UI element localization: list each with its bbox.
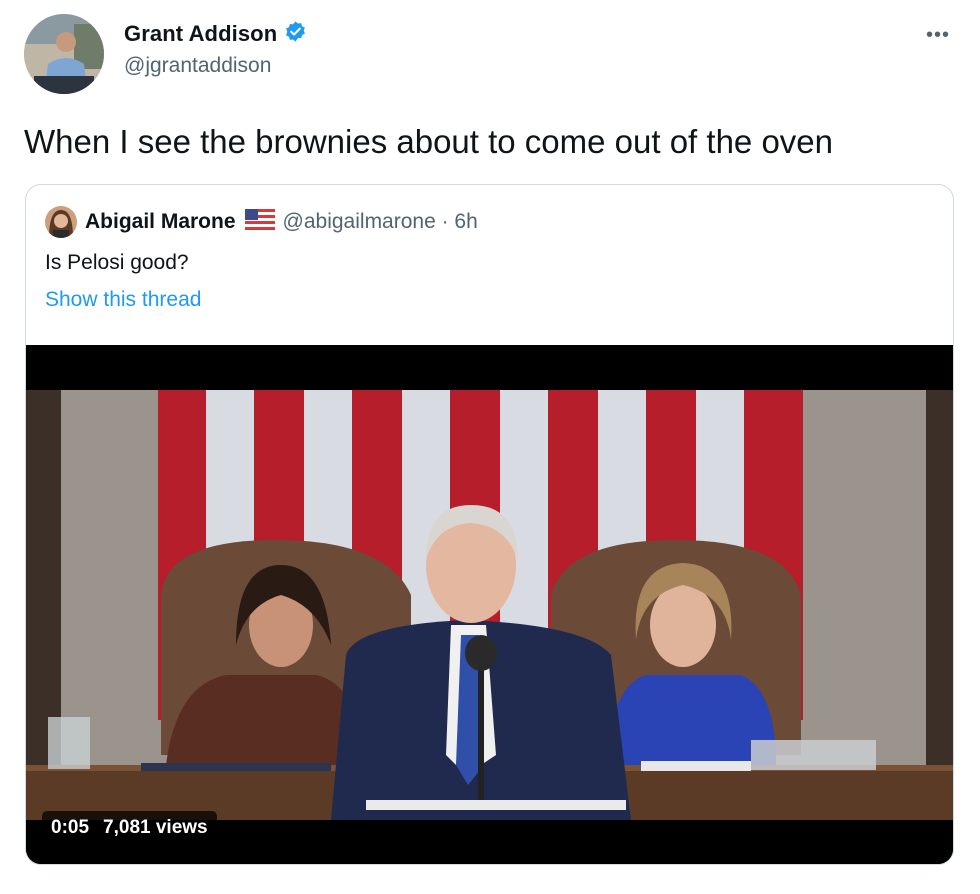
author-name-row[interactable]: Grant Addison [124,20,307,48]
video-player[interactable]: 0:05 7,081 views [26,345,953,864]
video-frame [26,345,953,864]
quoted-handle-time[interactable]: @abigailmarone · 6h [283,210,478,234]
author-name[interactable]: Grant Addison [124,21,277,47]
author-handle[interactable]: @jgrantaddison [124,54,271,78]
verified-badge-icon [284,20,307,48]
quoted-tweet-card[interactable]: Abigail Marone @abigailmarone · 6h Is Pe… [25,184,954,865]
quoted-text: Is Pelosi good? [45,251,189,274]
video-stats-overlay: 0:05 7,081 views [42,811,217,845]
video-views: 7,081 views [103,817,208,838]
more-options-icon[interactable]: ••• [926,24,950,47]
tweet-text: When I see the brownies about to come ou… [24,123,833,160]
author-avatar[interactable] [24,14,104,94]
show-thread-link[interactable]: Show this thread [45,288,201,312]
quoted-author-avatar[interactable] [45,206,77,238]
us-flag-icon [244,209,275,235]
quoted-header: Abigail Marone @abigailmarone · 6h [85,209,478,235]
video-timestamp: 0:05 [51,817,90,838]
quoted-author-name[interactable]: Abigail Marone [85,210,236,234]
